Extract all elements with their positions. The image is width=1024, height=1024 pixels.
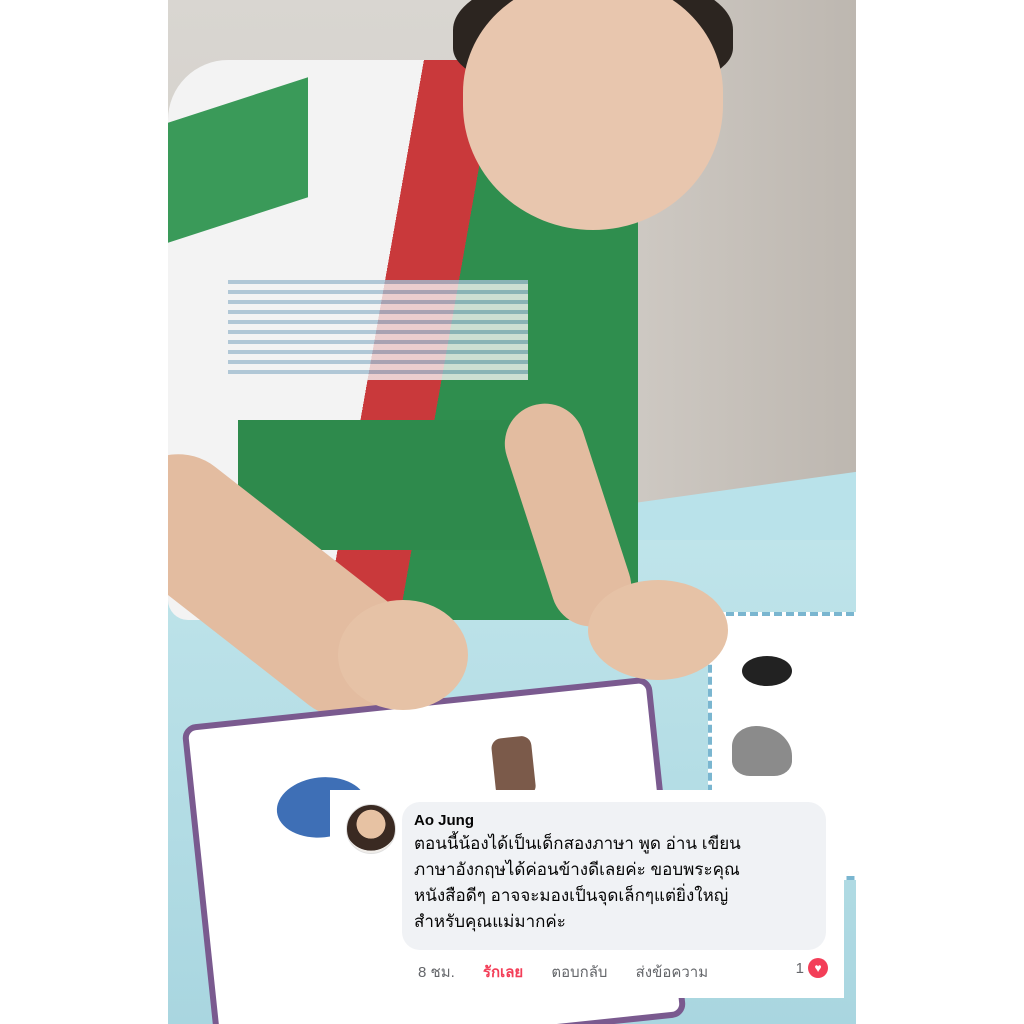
comment-text: ตอนนี้น้องได้เป็นเด็กสองภาษา พูด อ่าน เข…	[414, 834, 741, 931]
child-right-hand	[588, 580, 728, 680]
reaction-summary[interactable]: 1 ♥	[796, 958, 828, 978]
book-illustration	[732, 726, 792, 776]
comment-bubble: Ao Jung ตอนนี้น้องได้เป็นเด็กสองภาษา พูด…	[402, 802, 826, 950]
heart-icon: ♥	[808, 958, 828, 978]
comment-card: Ao Jung ตอนนี้น้องได้เป็นเด็กสองภาษา พูด…	[330, 790, 844, 998]
child-left-hand	[338, 600, 468, 710]
reaction-count: 1	[795, 959, 804, 977]
avatar[interactable]	[346, 804, 396, 854]
love-button[interactable]: รักเลย	[483, 964, 523, 981]
reply-button[interactable]: ตอบกลับ	[551, 964, 607, 981]
shirt-stripes	[228, 280, 528, 380]
comment-time[interactable]: 8 ชม.	[418, 964, 455, 981]
comment-author[interactable]: Ao Jung	[414, 812, 814, 829]
comment-actions: 8 ชม. รักเลย ตอบกลับ ส่งข้อความ	[418, 960, 732, 984]
message-button[interactable]: ส่งข้อความ	[636, 964, 709, 981]
book-illustration	[742, 656, 792, 686]
